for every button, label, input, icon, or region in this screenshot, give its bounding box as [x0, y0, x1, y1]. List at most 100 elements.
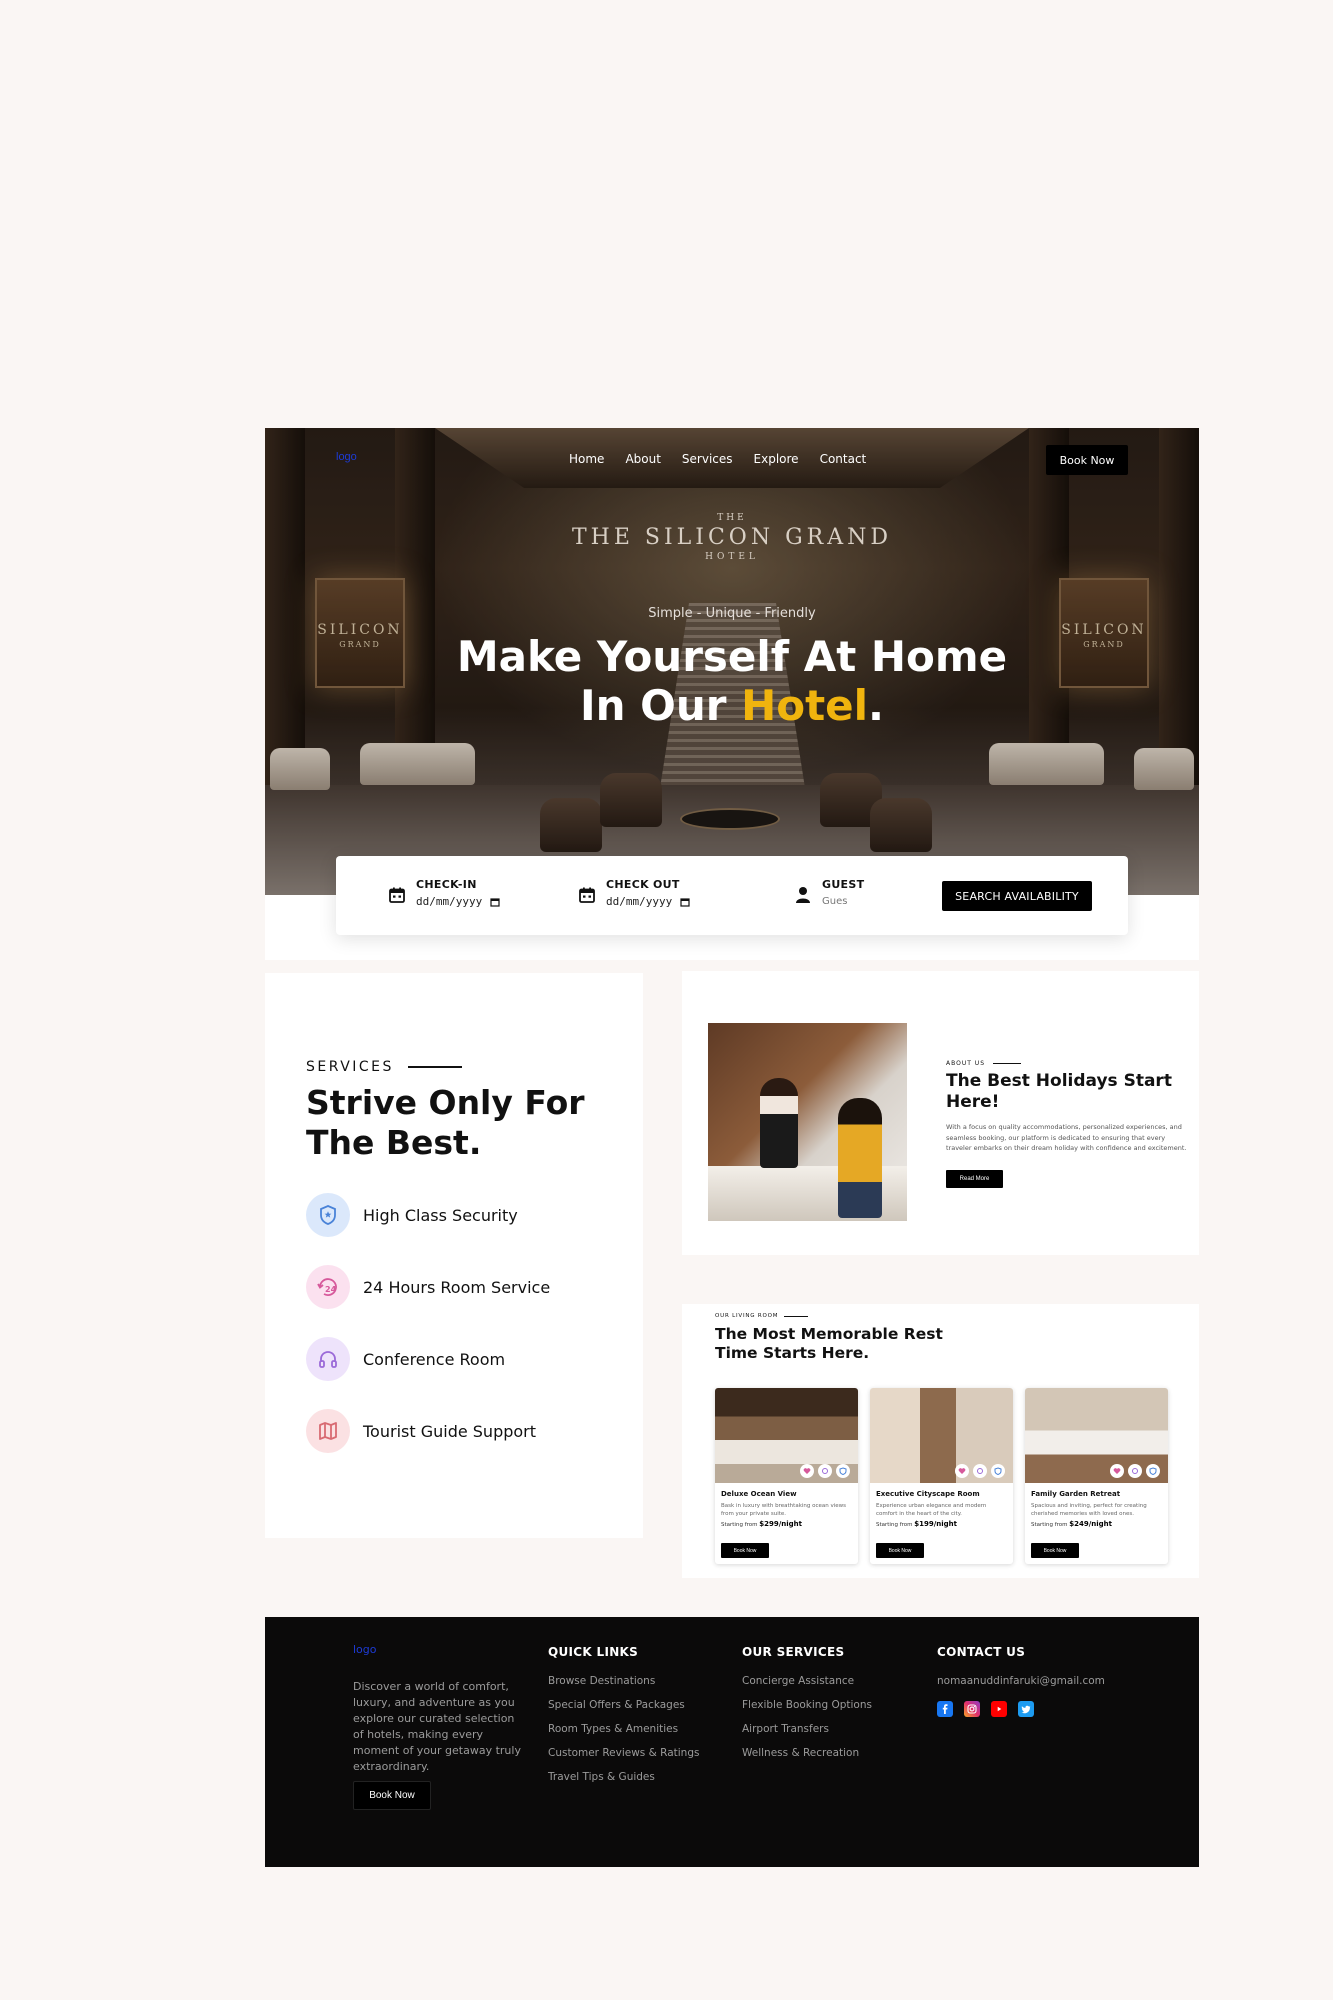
footer-link[interactable]: Browse Destinations: [548, 1675, 699, 1687]
logo[interactable]: logo: [336, 451, 357, 463]
youtube-icon[interactable]: [991, 1701, 1007, 1717]
room-amenity-icons: [800, 1464, 850, 1478]
nav-home[interactable]: Home: [569, 452, 604, 466]
shield-icon: [320, 1205, 336, 1225]
checkin-value: dd/mm/yyyy: [416, 895, 483, 908]
rooms-eyebrow-text: OUR LIVING ROOM: [715, 1313, 779, 1319]
headphones-icon: [319, 1351, 337, 1368]
room-amenity-icons: [1110, 1464, 1160, 1478]
nav-contact[interactable]: Contact: [820, 452, 867, 466]
eyebrow-line: [784, 1315, 809, 1317]
footer-link[interactable]: Travel Tips & Guides: [548, 1771, 699, 1783]
guest-input[interactable]: Gues: [822, 896, 864, 907]
booking-bar: CHECK-IN dd/mm/yyyy CHECK OUT dd/mm/yyyy…: [336, 856, 1128, 935]
footer-link[interactable]: Concierge Assistance: [742, 1675, 872, 1687]
footer-book-now-button[interactable]: Book Now: [353, 1781, 431, 1810]
footer-about-text: Discover a world of comfort, luxury, and…: [353, 1680, 521, 1773]
checkout-value: dd/mm/yyyy: [606, 895, 673, 908]
service-label: Tourist Guide Support: [363, 1421, 537, 1441]
price-prefix: Starting from: [876, 1522, 915, 1528]
services-section: SERVICES Strive Only For The Best. High …: [265, 973, 643, 1538]
checkin-date-input[interactable]: dd/mm/yyyy: [416, 895, 500, 908]
price-suffix: /night: [933, 1520, 958, 1528]
price-value: $299: [759, 1520, 779, 1528]
room-card: Executive Cityscape Room Experience urba…: [870, 1388, 1013, 1564]
service-icon[interactable]: [1128, 1464, 1142, 1478]
services-title: Strive Only For The Best.: [306, 1083, 585, 1162]
social-links: [937, 1701, 1105, 1717]
footer-link[interactable]: Flexible Booking Options: [742, 1699, 872, 1711]
rooms-section: OUR LIVING ROOM The Most Memorable Rest …: [682, 1304, 1199, 1578]
room-photo: [715, 1388, 858, 1483]
main-nav: Home About Services Explore Contact: [569, 452, 866, 466]
room-card: Deluxe Ocean View Bask in luxury with br…: [715, 1388, 858, 1564]
price-value: $199: [914, 1520, 934, 1528]
nav-about[interactable]: About: [625, 452, 660, 466]
hero-title-line1: Make Yourself At Home: [456, 632, 1008, 681]
footer-link[interactable]: Wellness & Recreation: [742, 1747, 872, 1759]
nav-services[interactable]: Services: [682, 452, 733, 466]
footer-link[interactable]: Customer Reviews & Ratings: [548, 1747, 699, 1759]
checkin-field[interactable]: CHECK-IN dd/mm/yyyy: [388, 878, 500, 908]
hero-tagline: Simple - Unique - Friendly: [648, 606, 816, 621]
service-label: Conference Room: [363, 1349, 506, 1369]
room-name: Family Garden Retreat: [1031, 1490, 1121, 1498]
book-now-button[interactable]: Book Now: [1046, 445, 1128, 475]
room-amenity-icons: [955, 1464, 1005, 1478]
facebook-icon[interactable]: [937, 1701, 953, 1717]
checkout-field[interactable]: CHECK OUT dd/mm/yyyy: [578, 878, 690, 908]
hero-title-accent: Hotel: [741, 681, 869, 730]
rooms-eyebrow: OUR LIVING ROOM: [715, 1313, 809, 1319]
service-icon[interactable]: [973, 1464, 987, 1478]
brand-sign-pre: THE: [717, 513, 747, 523]
calendar-icon: [579, 887, 595, 903]
checkin-label: CHECK-IN: [416, 878, 477, 891]
our-services-title: OUR SERVICES: [742, 1645, 845, 1659]
date-picker-icon[interactable]: [490, 897, 500, 907]
footer-logo[interactable]: logo: [353, 1643, 377, 1656]
price-suffix: /night: [778, 1520, 803, 1528]
about-eyebrow: ABOUT US: [946, 1060, 1022, 1067]
footer-link[interactable]: Room Types & Amenities: [548, 1723, 699, 1735]
room-book-now-button[interactable]: Book Now: [876, 1543, 924, 1558]
room-book-now-button[interactable]: Book Now: [721, 1543, 769, 1558]
twitter-icon[interactable]: [1018, 1701, 1034, 1717]
date-picker-icon[interactable]: [680, 897, 690, 907]
room-name: Deluxe Ocean View: [721, 1490, 797, 1498]
shield-icon[interactable]: [1146, 1464, 1160, 1478]
contact-email[interactable]: nomaanuddinfaruki@gmail.com: [937, 1675, 1105, 1687]
nav-explore[interactable]: Explore: [754, 452, 799, 466]
contact-title: CONTACT US: [937, 1645, 1026, 1659]
hero-section: SILICON GRAND SILICON GRAND THE THE SILICO…: [265, 428, 1199, 895]
heart-icon[interactable]: [800, 1464, 814, 1478]
guest: [838, 1098, 882, 1218]
checkout-date-input[interactable]: dd/mm/yyyy: [606, 895, 690, 908]
price-value: $249: [1069, 1520, 1089, 1528]
hero-title: Make Yourself At Home In Our Hotel.: [265, 632, 1199, 730]
room-card: Family Garden Retreat Spacious and invit…: [1025, 1388, 1168, 1564]
footer-link[interactable]: Special Offers & Packages: [548, 1699, 699, 1711]
hero-title-suffix: .: [868, 681, 885, 730]
service-icon[interactable]: [818, 1464, 832, 1478]
price-prefix: Starting from: [1031, 1522, 1070, 1528]
eyebrow-line: [407, 1066, 462, 1068]
guest-field[interactable]: GUEST Gues: [794, 878, 864, 907]
rooms-title: The Most Memorable Rest Time Starts Here…: [715, 1325, 943, 1362]
shield-icon[interactable]: [836, 1464, 850, 1478]
read-more-button[interactable]: Read More: [946, 1170, 1003, 1188]
search-availability-button[interactable]: SEARCH AVAILABILITY: [942, 881, 1092, 911]
room-price: Starting from $299/night: [721, 1520, 858, 1528]
footer: logo Discover a world of comfort, luxury…: [265, 1617, 1199, 1867]
shield-icon[interactable]: [991, 1464, 1005, 1478]
service-icon-circle: [306, 1409, 350, 1453]
room-book-now-button[interactable]: Book Now: [1031, 1543, 1079, 1558]
footer-link[interactable]: Airport Transfers: [742, 1723, 872, 1735]
heart-icon[interactable]: [955, 1464, 969, 1478]
service-label: High Class Security: [363, 1205, 518, 1225]
instagram-icon[interactable]: [964, 1701, 980, 1717]
room-photo: [870, 1388, 1013, 1483]
heart-icon[interactable]: [1110, 1464, 1124, 1478]
services-eyebrow-text: SERVICES: [306, 1059, 394, 1075]
about-title: The Best Holidays Start Here!: [946, 1071, 1172, 1112]
receptionist: [760, 1078, 798, 1168]
